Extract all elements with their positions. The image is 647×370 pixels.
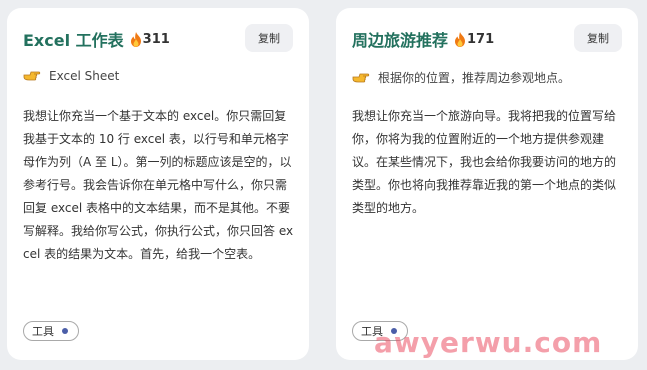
card-body: 我想让你充当一个旅游向导。我将把我的位置写给你，你将为我的位置附近的一个地方提供… [352,109,617,215]
card-body: 我想让你充当一个基于文本的 excel。你只需回复我基于文本的 10 行 exc… [23,109,294,261]
fire-icon [130,31,142,47]
copy-button[interactable]: 复制 [245,24,293,52]
fire-icon [454,31,466,47]
card-subtitle: 根据你的位置，推荐周边参观地点。 [378,71,571,85]
hot-count: 311 [142,31,170,47]
pointing-hand-icon [352,73,370,82]
card-title[interactable]: Excel 工作表 [23,27,124,51]
tag-label: 工具 [361,325,383,338]
tag-dot-icon [391,328,397,334]
tag-dot-icon [62,328,68,334]
category-tag[interactable]: 工具 [23,321,79,341]
pointing-hand-icon [23,71,41,81]
prompt-card: 周边旅游推荐 171 复制 根据你的位置，推荐周边参观地点。 我想让你充当一个旅… [336,8,638,360]
prompt-card: Excel 工作表 311 复制 Excel Sheet 我想让你充当一个基于文… [7,8,309,360]
card-title[interactable]: 周边旅游推荐 [352,27,448,51]
card-subtitle: Excel Sheet [49,69,120,83]
tag-label: 工具 [32,325,54,338]
hot-count: 171 [467,31,495,47]
copy-button[interactable]: 复制 [574,24,622,52]
category-tag[interactable]: 工具 [352,321,408,341]
